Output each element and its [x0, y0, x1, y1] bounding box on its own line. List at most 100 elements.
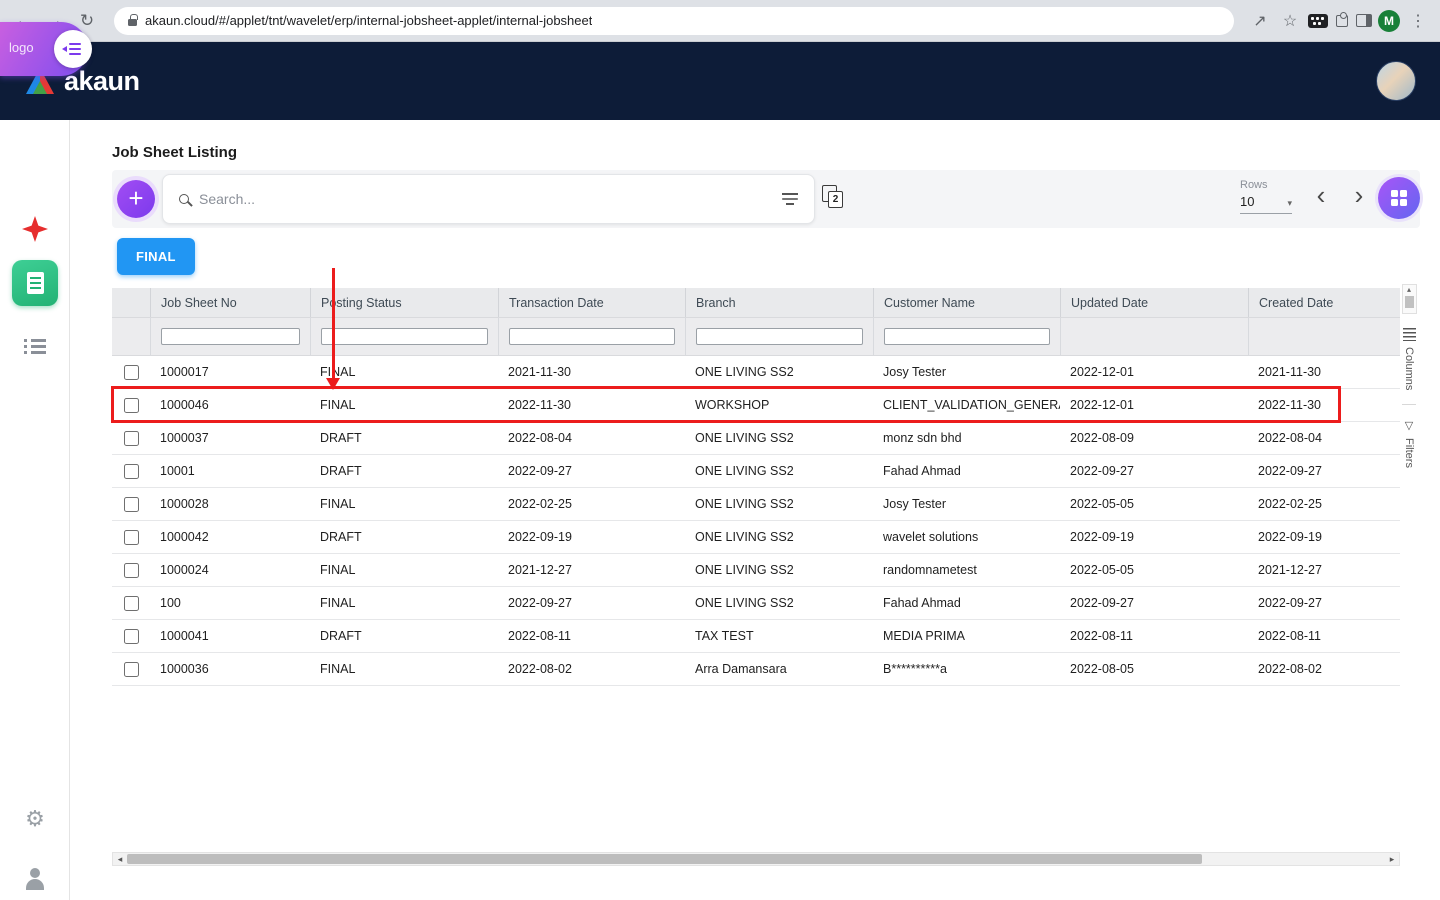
- cell-posting-status: FINAL: [320, 497, 356, 511]
- column-header-branch[interactable]: Branch: [685, 288, 873, 317]
- browser-toolbar: ← → ↻ akaun.cloud/#/applet/tnt/wavelet/e…: [0, 0, 1440, 42]
- rows-per-page-select[interactable]: 10 ▾: [1240, 194, 1292, 214]
- keyboard-extension-icon[interactable]: [1308, 13, 1328, 28]
- duplicate-pages-icon[interactable]: 2: [822, 185, 846, 211]
- search-input[interactable]: [199, 191, 772, 207]
- rows-per-page-value: 10: [1240, 194, 1255, 209]
- horizontal-scroll-track[interactable]: [127, 853, 1385, 865]
- row-checkbox-cell: [112, 364, 150, 380]
- sidebar-item-red-app[interactable]: [0, 216, 70, 242]
- table-row[interactable]: 1000028 FINAL 2022-02-25 ONE LIVING SS2 …: [112, 488, 1400, 521]
- row-checkbox[interactable]: [123, 529, 139, 545]
- columns-panel-tab[interactable]: Columns: [1402, 324, 1416, 394]
- table-row[interactable]: 1000024 FINAL 2021-12-27 ONE LIVING SS2 …: [112, 554, 1400, 587]
- table-row[interactable]: 1000041 DRAFT 2022-08-11 TAX TEST MEDIA …: [112, 620, 1400, 653]
- row-checkbox-cell: [112, 661, 150, 677]
- row-checkbox[interactable]: [123, 628, 139, 644]
- table-row[interactable]: 1000036 FINAL 2022-08-02 Arra Damansara …: [112, 653, 1400, 686]
- sidebar-item-listing[interactable]: [0, 338, 70, 355]
- filter-input-transaction-date[interactable]: [509, 328, 675, 345]
- user-avatar[interactable]: [1376, 61, 1416, 101]
- final-status-chip[interactable]: FINAL: [117, 238, 195, 275]
- filter-input-job-sheet-no[interactable]: [161, 328, 300, 345]
- right-rail: ▴ Columns ▽ Filters: [1400, 284, 1418, 472]
- next-page-button[interactable]: ›: [1346, 180, 1372, 211]
- row-checkbox[interactable]: [123, 661, 139, 677]
- grid-view-button[interactable]: [1378, 177, 1420, 219]
- column-header-transaction-date[interactable]: Transaction Date: [498, 288, 685, 317]
- scroll-up-icon[interactable]: ▴: [1407, 285, 1411, 295]
- column-header-created-date[interactable]: Created Date: [1248, 288, 1400, 317]
- table-row[interactable]: 1000037 DRAFT 2022-08-04 ONE LIVING SS2 …: [112, 422, 1400, 455]
- sidebar-item-settings[interactable]: ⚙: [0, 808, 70, 830]
- toolbar: + 2 Rows 10 ▾ ‹ ›: [112, 170, 1420, 228]
- extensions-icon[interactable]: [1334, 11, 1350, 29]
- pages-front-icon: 2: [828, 191, 843, 208]
- cell-posting-status: DRAFT: [320, 464, 362, 478]
- side-panel-icon[interactable]: [1356, 14, 1372, 27]
- cell-posting-status: DRAFT: [320, 431, 362, 445]
- sidebar: ⚙: [0, 120, 70, 900]
- row-checkbox[interactable]: [123, 463, 139, 479]
- cell-posting-status: FINAL: [320, 398, 356, 412]
- add-jobsheet-button[interactable]: +: [117, 180, 155, 218]
- cell-updated-date: 2022-12-01: [1070, 365, 1134, 379]
- sidebar-item-account[interactable]: [0, 868, 70, 890]
- cell-branch: ONE LIVING SS2: [695, 431, 794, 445]
- browser-menu-icon[interactable]: ⋮: [1406, 11, 1430, 31]
- horizontal-scrollbar[interactable]: ◂ ▸: [112, 852, 1400, 866]
- cell-posting-status: FINAL: [320, 596, 356, 610]
- scroll-left-icon[interactable]: ◂: [113, 854, 127, 865]
- collapse-menu-button[interactable]: [54, 30, 92, 68]
- table-row[interactable]: 1000046 FINAL 2022-11-30 WORKSHOP CLIENT…: [112, 389, 1400, 422]
- column-header-job-sheet-no[interactable]: Job Sheet No: [150, 288, 310, 317]
- search-bar[interactable]: [162, 174, 815, 224]
- url-text[interactable]: akaun.cloud/#/applet/tnt/wavelet/erp/int…: [145, 13, 592, 28]
- table-row[interactable]: 10001 DRAFT 2022-09-27 ONE LIVING SS2 Fa…: [112, 455, 1400, 488]
- cell-customer-name: wavelet solutions: [883, 530, 979, 544]
- cell-created-date: 2022-09-19: [1258, 530, 1322, 544]
- table-row[interactable]: 1000042 DRAFT 2022-09-19 ONE LIVING SS2 …: [112, 521, 1400, 554]
- row-checkbox[interactable]: [123, 430, 139, 446]
- filters-panel-tab[interactable]: ▽ Filters: [1403, 415, 1415, 472]
- cell-branch: WORKSHOP: [695, 398, 770, 412]
- filter-list-icon[interactable]: [782, 193, 798, 205]
- table-vertical-scrollbar[interactable]: ▴: [1401, 284, 1417, 314]
- row-checkbox[interactable]: [123, 562, 139, 578]
- columns-icon: [1402, 328, 1416, 341]
- cell-branch: ONE LIVING SS2: [695, 464, 794, 478]
- horizontal-scroll-thumb[interactable]: [127, 854, 1202, 864]
- cell-customer-name: Josy Tester: [883, 497, 946, 511]
- bookmark-star-icon[interactable]: ☆: [1278, 11, 1302, 31]
- cell-transaction-date: 2022-09-19: [508, 530, 572, 544]
- vertical-scroll-thumb[interactable]: [1404, 296, 1414, 308]
- sidebar-item-jobsheet-applet[interactable]: [0, 260, 70, 306]
- address-bar[interactable]: akaun.cloud/#/applet/tnt/wavelet/erp/int…: [114, 6, 1234, 35]
- row-checkbox-cell: [112, 397, 150, 413]
- table-row[interactable]: 100 FINAL 2022-09-27 ONE LIVING SS2 Faha…: [112, 587, 1400, 620]
- filter-input-customer-name[interactable]: [884, 328, 1050, 345]
- column-header-posting-status[interactable]: Posting Status: [310, 288, 498, 317]
- filter-cell: [150, 318, 310, 355]
- cell-job-sheet-no: 100: [160, 596, 181, 610]
- filter-input-branch[interactable]: [696, 328, 863, 345]
- column-header-updated-date[interactable]: Updated Date: [1060, 288, 1248, 317]
- browser-profile-avatar[interactable]: M: [1378, 9, 1400, 32]
- share-icon[interactable]: ↗: [1248, 11, 1272, 31]
- cell-created-date: 2022-08-02: [1258, 662, 1322, 676]
- search-icon: [179, 194, 189, 204]
- row-checkbox[interactable]: [123, 397, 139, 413]
- filter-input-posting-status[interactable]: [321, 328, 488, 345]
- row-checkbox[interactable]: [123, 364, 139, 380]
- cell-customer-name: MEDIA PRIMA: [883, 629, 965, 643]
- row-checkbox[interactable]: [123, 496, 139, 512]
- scroll-right-icon[interactable]: ▸: [1385, 854, 1399, 865]
- table-row[interactable]: 1000017 FINAL 2021-11-30 ONE LIVING SS2 …: [112, 356, 1400, 389]
- row-checkbox[interactable]: [123, 595, 139, 611]
- cell-job-sheet-no: 10001: [160, 464, 195, 478]
- column-header-customer-name[interactable]: Customer Name: [873, 288, 1060, 317]
- cell-created-date: 2022-09-27: [1258, 596, 1322, 610]
- previous-page-button[interactable]: ‹: [1308, 180, 1334, 211]
- cell-customer-name: randomnametest: [883, 563, 977, 577]
- filter-cell: [685, 318, 873, 355]
